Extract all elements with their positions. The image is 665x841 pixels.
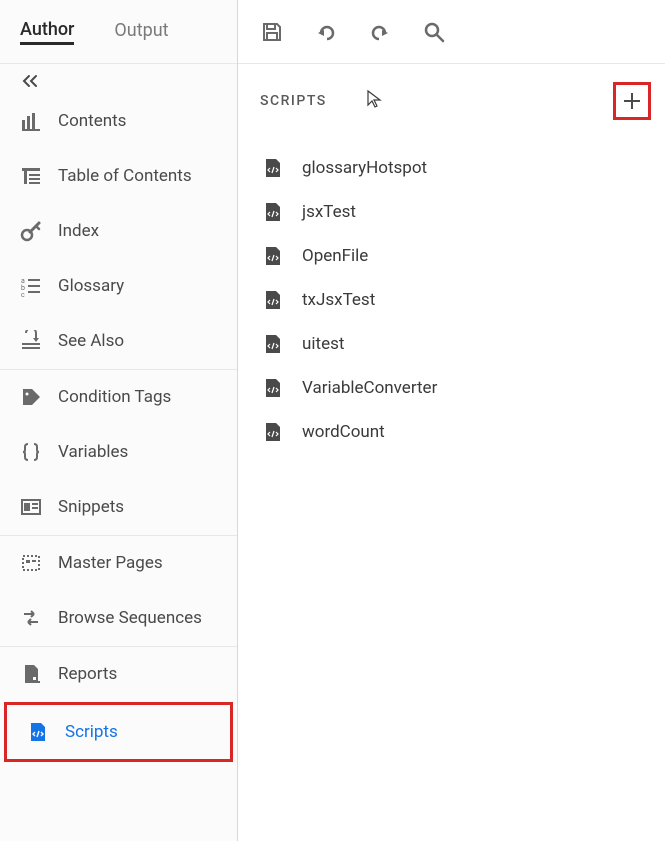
sidebar-item-label: Scripts bbox=[65, 722, 118, 742]
highlight-add bbox=[613, 82, 651, 120]
sidebar-item-label: Variables bbox=[58, 442, 128, 462]
script-name: uitest bbox=[302, 334, 344, 354]
master-pages-icon bbox=[20, 552, 42, 574]
scripts-icon bbox=[27, 721, 49, 743]
sidebar-item-scripts[interactable]: Scripts bbox=[7, 705, 230, 759]
sidebar-item-label: Snippets bbox=[58, 497, 124, 517]
tab-output[interactable]: Output bbox=[114, 20, 168, 43]
sidebar-item-browse-sequences[interactable]: Browse Sequences bbox=[0, 591, 237, 646]
script-name: txJsxTest bbox=[302, 290, 375, 310]
tab-author[interactable]: Author bbox=[20, 19, 74, 45]
script-file-icon bbox=[264, 246, 284, 266]
sidebar-item-label: Condition Tags bbox=[58, 387, 171, 407]
script-item[interactable]: glossaryHotspot bbox=[238, 146, 665, 190]
toc-icon bbox=[20, 165, 42, 187]
script-name: OpenFile bbox=[302, 246, 368, 266]
script-item[interactable]: jsxTest bbox=[238, 190, 665, 234]
sidebar-item-variables[interactable]: Variables bbox=[0, 425, 237, 480]
script-name: wordCount bbox=[302, 422, 385, 442]
toolbar bbox=[238, 0, 665, 64]
tag-icon bbox=[20, 386, 42, 408]
snippets-icon bbox=[20, 496, 42, 518]
contents-icon bbox=[20, 110, 42, 132]
sidebar: Author Output Contents Table of Contents bbox=[0, 0, 238, 841]
add-script-button[interactable] bbox=[618, 87, 646, 115]
svg-text:c: c bbox=[21, 291, 25, 297]
save-button[interactable] bbox=[260, 20, 284, 44]
browse-sequences-icon bbox=[20, 607, 42, 629]
sidebar-item-label: Master Pages bbox=[58, 553, 163, 573]
collapse-sidebar-icon[interactable] bbox=[22, 74, 215, 88]
script-item[interactable]: OpenFile bbox=[238, 234, 665, 278]
sidebar-item-label: Reports bbox=[58, 664, 117, 684]
script-name: glossaryHotspot bbox=[302, 158, 427, 178]
sidebar-tabs: Author Output bbox=[0, 0, 237, 64]
sidebar-item-master-pages[interactable]: Master Pages bbox=[0, 536, 237, 591]
search-button[interactable] bbox=[422, 20, 446, 44]
braces-icon bbox=[20, 441, 42, 463]
script-file-icon bbox=[264, 422, 284, 442]
undo-button[interactable] bbox=[314, 20, 338, 44]
main-panel: SCRIPTS glossaryHotspot bbox=[238, 0, 665, 841]
panel-header: SCRIPTS bbox=[238, 64, 665, 138]
script-item[interactable]: VariableConverter bbox=[238, 366, 665, 410]
sidebar-item-reports[interactable]: Reports bbox=[0, 647, 237, 702]
sidebar-item-label: See Also bbox=[58, 331, 124, 351]
sidebar-item-label: Table of Contents bbox=[58, 166, 192, 186]
script-item[interactable]: uitest bbox=[238, 322, 665, 366]
sidebar-item-index[interactable]: Index bbox=[0, 204, 237, 259]
sidebar-item-label: Glossary bbox=[58, 276, 124, 296]
cursor-icon bbox=[366, 89, 386, 109]
highlight-scripts: Scripts bbox=[4, 702, 233, 762]
script-item[interactable]: wordCount bbox=[238, 410, 665, 454]
glossary-icon: abc bbox=[20, 275, 42, 297]
sidebar-item-seealso[interactable]: See Also bbox=[0, 314, 237, 369]
sidebar-item-condition-tags[interactable]: Condition Tags bbox=[0, 370, 237, 425]
sidebar-item-glossary[interactable]: abc Glossary bbox=[0, 259, 237, 314]
sidebar-item-label: Browse Sequences bbox=[58, 608, 202, 628]
reports-icon bbox=[20, 663, 42, 685]
script-list: glossaryHotspot jsxTest OpenFile txJsxTe… bbox=[238, 138, 665, 462]
see-also-icon bbox=[20, 330, 42, 352]
sidebar-item-toc[interactable]: Table of Contents bbox=[0, 149, 237, 204]
sidebar-item-contents[interactable]: Contents bbox=[0, 94, 237, 149]
sidebar-item-label: Index bbox=[58, 221, 99, 241]
sidebar-item-snippets[interactable]: Snippets bbox=[0, 480, 237, 535]
script-name: jsxTest bbox=[302, 202, 356, 222]
script-file-icon bbox=[264, 334, 284, 354]
script-file-icon bbox=[264, 158, 284, 178]
script-name: VariableConverter bbox=[302, 378, 437, 398]
panel-title: SCRIPTS bbox=[260, 93, 327, 109]
sidebar-nav: Contents Table of Contents Index abc Glo… bbox=[0, 94, 237, 762]
script-file-icon bbox=[264, 290, 284, 310]
key-icon bbox=[20, 220, 42, 242]
script-file-icon bbox=[264, 202, 284, 222]
sidebar-item-label: Contents bbox=[58, 111, 126, 131]
script-item[interactable]: txJsxTest bbox=[238, 278, 665, 322]
redo-button[interactable] bbox=[368, 20, 392, 44]
script-file-icon bbox=[264, 378, 284, 398]
